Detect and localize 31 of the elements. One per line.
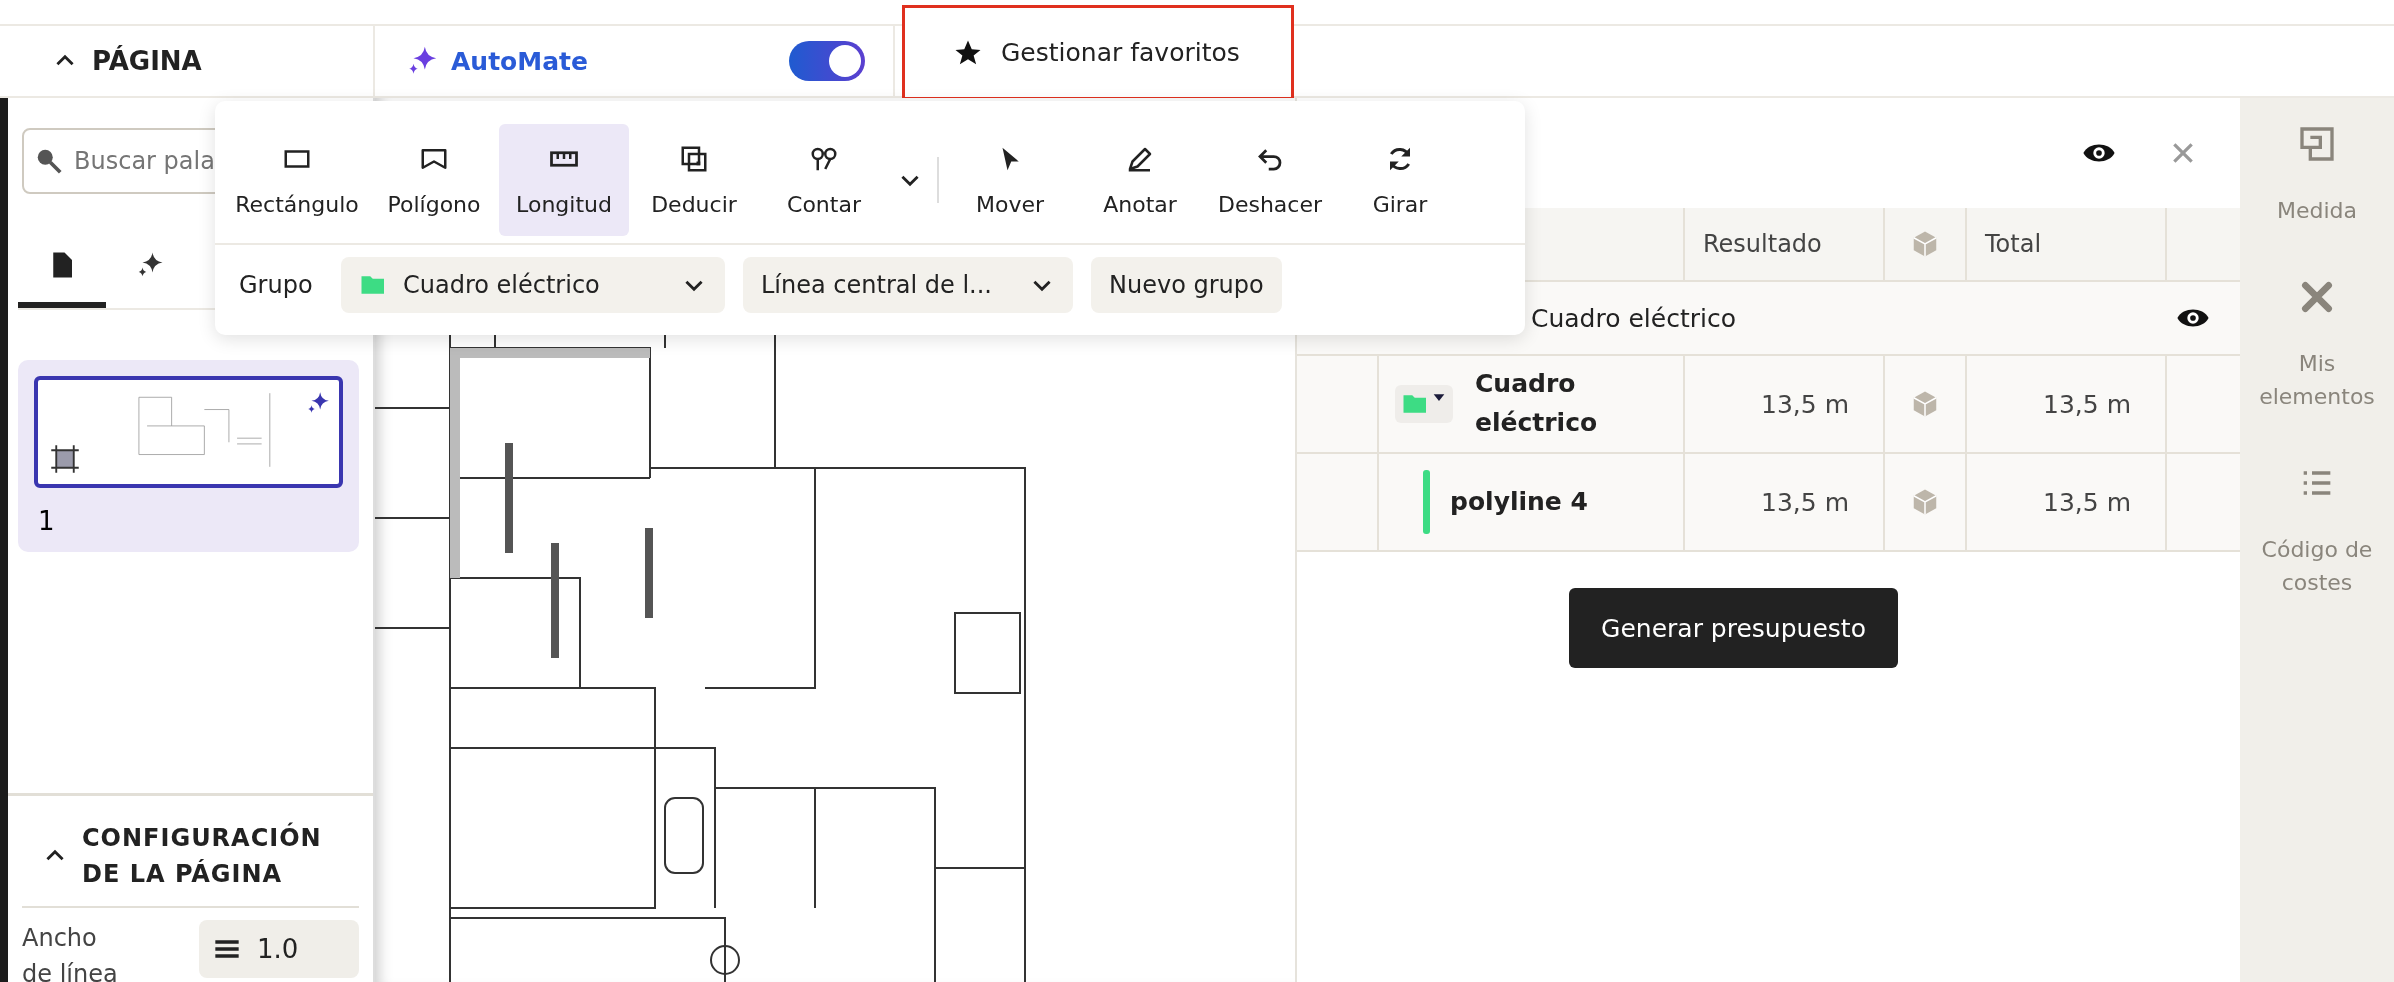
group-label: Grupo: [238, 271, 314, 299]
total-cell: 13,5 m: [1965, 452, 2165, 550]
generate-budget-button[interactable]: Generar presupuesto: [1569, 588, 1898, 668]
line-width-label: Ancho de línea: [22, 923, 119, 982]
manage-favorites-button[interactable]: Gestionar favoritos: [902, 5, 1294, 100]
close-icon: [2170, 140, 2196, 166]
panel-title: PÁGINA: [92, 46, 202, 76]
tool-button[interactable]: Mover: [945, 124, 1075, 236]
crop-square-icon: [50, 444, 80, 474]
toggle-switch[interactable]: [789, 41, 865, 81]
section-title: CONFIGURACIÓN DE LA PÁGINA: [82, 821, 323, 890]
tool-button[interactable]: Deducir: [629, 124, 759, 236]
result-cell: 13,5 m: [1683, 354, 1883, 452]
row-name: polyline 4: [1450, 485, 1588, 518]
row-name: Cuadro eléctrico: [1475, 368, 1599, 439]
tool-button[interactable]: Anotar: [1075, 124, 1205, 236]
tool-button[interactable]: Contar: [759, 124, 889, 236]
new-group-button[interactable]: Nuevo grupo: [1091, 257, 1282, 313]
automate-label: AutoMate: [451, 46, 589, 76]
total-cell: 13,5 m: [1965, 354, 2165, 452]
group-name: Cuadro eléctrico: [1531, 303, 1737, 333]
page-thumbnail-card[interactable]: 1: [18, 360, 359, 552]
result-cell: 13,5 m: [1683, 452, 1883, 550]
close-button[interactable]: [2170, 140, 2196, 166]
tool-button[interactable]: Deshacer: [1205, 124, 1335, 236]
line-width-field[interactable]: 1.0: [199, 920, 359, 978]
group-dropdown[interactable]: Cuadro eléctrico: [341, 257, 725, 313]
mode-dropdown[interactable]: Línea central de l...: [743, 257, 1073, 313]
page-number: 1: [37, 506, 56, 536]
tool-button[interactable]: Longitud: [499, 124, 629, 236]
tool-button[interactable]: Girar: [1335, 124, 1465, 236]
